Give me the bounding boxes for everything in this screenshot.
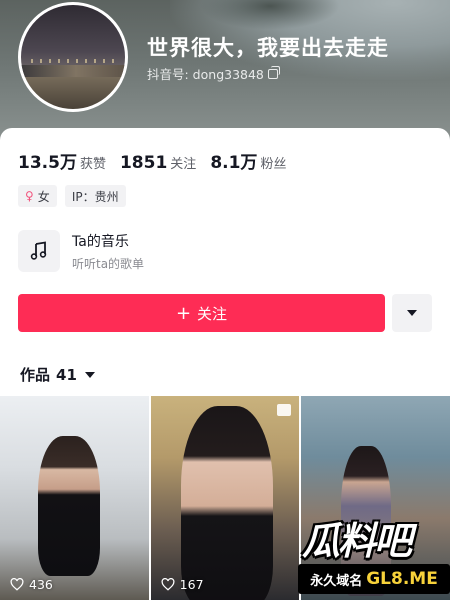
video-thumbnail-figure [38, 436, 100, 576]
douyin-id-text: 抖音号: dong33848 [147, 67, 264, 82]
stat-likes-value: 13.5万 [18, 153, 77, 173]
music-subtitle: 听听ta的歌单 [72, 256, 145, 271]
stat-followers-value: 8.1万 [210, 153, 258, 173]
watermark-domain-label: 永久域名 [310, 573, 363, 589]
video-thumbnail-figure [180, 406, 273, 600]
music-note-icon [30, 241, 47, 260]
more-options-button[interactable] [392, 294, 432, 332]
gender-tag: ♀ 女 [18, 185, 57, 207]
female-icon: ♀ [25, 189, 34, 203]
watermark-logo: 瓜料吧 [302, 519, 412, 563]
douyin-id[interactable]: 抖音号: dong33848 [147, 64, 280, 83]
profile-tags: ♀ 女 IP：贵州 [18, 185, 126, 207]
site-watermark: 瓜料吧 永久域名 GL8.ME [298, 508, 450, 600]
tab-works[interactable]: 作品 41 [20, 364, 95, 385]
stat-following-label: 关注 [170, 157, 197, 172]
follow-button-label: 关注 [197, 304, 228, 323]
music-icon-box [18, 230, 60, 272]
avatar-pier [21, 65, 125, 77]
stat-following-value: 1851 [119, 153, 168, 173]
profile-header-cover: 世界很大，我要出去走走 抖音号: dong33848 [0, 0, 450, 140]
music-text: Ta的音乐 听听ta的歌单 [72, 231, 144, 272]
video-likes-count: 167 [179, 577, 204, 592]
stat-followers[interactable]: 8.1万 粉丝 [210, 148, 286, 173]
video-tile[interactable]: 436 [0, 396, 149, 600]
copy-icon[interactable] [267, 65, 280, 79]
ip-location-tag: IP：贵州 [64, 185, 126, 207]
profile-nickname: 世界很大，我要出去走走 [147, 36, 389, 60]
ip-location-text: IP：贵州 [71, 189, 119, 204]
avatar[interactable] [18, 2, 128, 112]
music-entry[interactable]: Ta的音乐 听听ta的歌单 [18, 230, 144, 272]
works-dropdown-icon [84, 371, 95, 378]
follow-button[interactable]: + 关注 [18, 294, 385, 332]
works-count: 41 [56, 365, 77, 384]
works-label: 作品 [20, 366, 51, 384]
watermark-domain-url: GL8.ME [366, 569, 438, 589]
heart-icon [161, 578, 175, 591]
video-likes-count: 436 [29, 577, 53, 592]
stat-likes[interactable]: 13.5万 获赞 [18, 148, 106, 173]
pin-icon [277, 404, 292, 416]
video-likes: 167 [161, 577, 204, 592]
cover-rock-backdrop [200, 0, 340, 30]
video-likes: 436 [10, 577, 53, 592]
stat-followers-label: 粉丝 [260, 157, 287, 172]
watermark-domain: 永久域名 GL8.ME [298, 564, 450, 594]
stat-likes-label: 获赞 [79, 157, 106, 172]
avatar-lights [31, 59, 121, 63]
stat-following[interactable]: 1851 关注 [120, 153, 196, 173]
video-tile[interactable]: 167 [150, 396, 300, 600]
profile-stats: 13.5万 获赞 1851 关注 8.1万 粉丝 [18, 148, 300, 173]
plus-icon: + [175, 302, 192, 324]
heart-icon [10, 578, 24, 591]
gender-text: 女 [37, 189, 50, 204]
triangle-down-icon [407, 310, 417, 316]
music-title: Ta的音乐 [72, 233, 129, 250]
